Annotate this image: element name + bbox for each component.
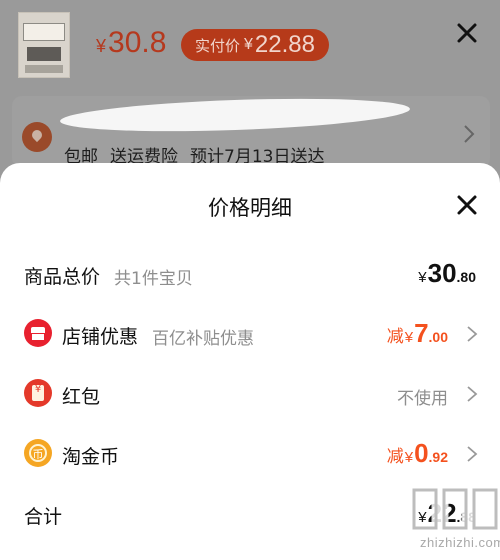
row-sublabel: 共1件宝贝 [114,269,193,289]
row-sublabel: 百亿补贴优惠 [152,329,254,349]
watermark-text: zhizhizhi.com [420,535,500,550]
sheet-title: 价格明细 [208,196,292,220]
close-icon[interactable] [456,22,478,44]
red-packet-icon: ¥ [24,379,52,407]
row-label: 店铺优惠 [62,326,139,348]
row-label: 合计 [24,506,63,528]
row-value: 不使用 [397,389,448,409]
row-goods-total: 商品总价 共1件宝贝 ¥30.80 [0,254,500,294]
actual-pay-badge: 实付价 ¥ 22.88 [181,29,329,61]
chevron-right-icon[interactable] [462,124,476,144]
chevron-right-icon[interactable] [466,385,478,403]
close-icon[interactable] [456,194,478,216]
chevron-right-icon[interactable] [466,325,478,343]
row-value: 减¥7.00 [386,318,448,348]
product-thumbnail [18,12,70,78]
chevron-right-icon[interactable] [466,445,478,463]
row-store-discount[interactable]: 店铺优惠 百亿补贴优惠 减¥7.00 [0,314,500,354]
shop-icon [24,319,52,347]
row-value: 减¥0.92 [386,438,448,468]
location-pin-icon [22,122,52,152]
row-label: 红包 [62,386,101,408]
row-value: ¥30.80 [418,258,476,288]
row-red-packet[interactable]: ¥ 红包 不使用 [0,374,500,414]
coin-icon: 币 [24,439,52,467]
product-price: ¥30.8 [96,26,167,59]
row-label: 商品总价 [24,266,101,288]
row-tao-coins[interactable]: 币 淘金币 减¥0.92 [0,434,500,474]
row-label: 淘金币 [62,446,120,468]
